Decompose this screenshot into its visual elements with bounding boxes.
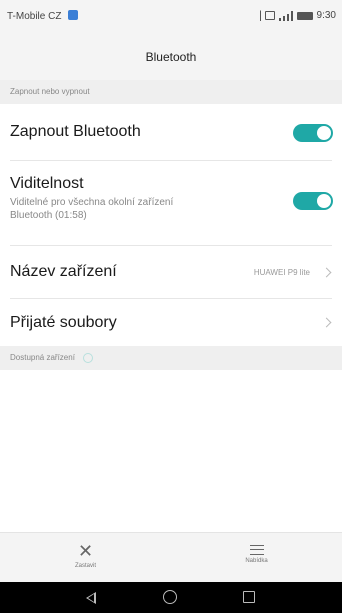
menu-icon xyxy=(249,545,264,555)
home-button[interactable] xyxy=(141,582,201,613)
battery-icon xyxy=(296,11,313,20)
stop-button[interactable]: ✕ Zastavit xyxy=(0,533,171,583)
visibility-switch[interactable] xyxy=(293,192,333,210)
status-icons: 9:30 xyxy=(254,10,336,21)
visibility-description-line2: Bluetooth (01:58) xyxy=(10,210,87,221)
received-files-label: Přijaté soubory xyxy=(10,314,117,331)
received-files-row[interactable]: Přijaté soubory xyxy=(0,299,342,345)
bluetooth-icon xyxy=(254,10,261,21)
device-name-label: Název zařízení xyxy=(10,263,117,280)
close-icon: ✕ xyxy=(77,541,94,561)
device-name-row[interactable]: Název zařízení HUAWEI P9 lite xyxy=(0,246,342,298)
carrier-name: T-Mobile CZ xyxy=(7,11,62,22)
home-icon xyxy=(163,590,177,604)
bluetooth-switch[interactable] xyxy=(293,124,333,142)
stop-label: Zastavit xyxy=(74,563,96,569)
status-bar: T-Mobile CZ 9:30 xyxy=(0,0,342,34)
signal-icon xyxy=(278,10,293,21)
device-name-value: HUAWEI P9 lite xyxy=(253,268,310,277)
nfc-icon xyxy=(264,11,275,20)
loading-spinner-icon xyxy=(83,352,94,363)
recent-apps-button[interactable] xyxy=(220,582,280,613)
bluetooth-toggle-label: Zapnout Bluetooth xyxy=(10,123,141,140)
page-title: Bluetooth xyxy=(145,50,197,64)
visibility-label: Viditelnost xyxy=(10,175,84,192)
section-header-available: Dostupná zařízení xyxy=(0,346,342,370)
menu-button[interactable]: Nabídka xyxy=(171,533,342,583)
bottom-action-bar: ✕ Zastavit Nabídka xyxy=(0,532,342,582)
visibility-description: Viditelné pro všechna okolní zařízení Bl… xyxy=(10,196,173,222)
clock: 9:30 xyxy=(316,10,336,21)
bluetooth-toggle-row[interactable]: Zapnout Bluetooth xyxy=(0,104,342,160)
app-bar: Bluetooth xyxy=(0,34,342,80)
picture-icon xyxy=(68,10,78,20)
menu-label: Nabídka xyxy=(245,558,268,564)
visibility-description-line1: Viditelné pro všechna okolní zařízení xyxy=(10,197,174,208)
available-devices-label: Dostupná zařízení xyxy=(10,353,75,362)
back-icon xyxy=(86,592,96,604)
chevron-right-icon xyxy=(321,317,332,328)
recent-apps-icon xyxy=(243,591,255,603)
visibility-row[interactable]: Viditelnost Viditelné pro všechna okolní… xyxy=(0,161,342,245)
section-header-label: Zapnout nebo vypnout xyxy=(10,87,90,96)
back-button[interactable] xyxy=(62,582,122,613)
system-nav-bar xyxy=(0,582,342,613)
section-header-toggle: Zapnout nebo vypnout xyxy=(0,80,342,104)
chevron-right-icon xyxy=(321,267,332,278)
